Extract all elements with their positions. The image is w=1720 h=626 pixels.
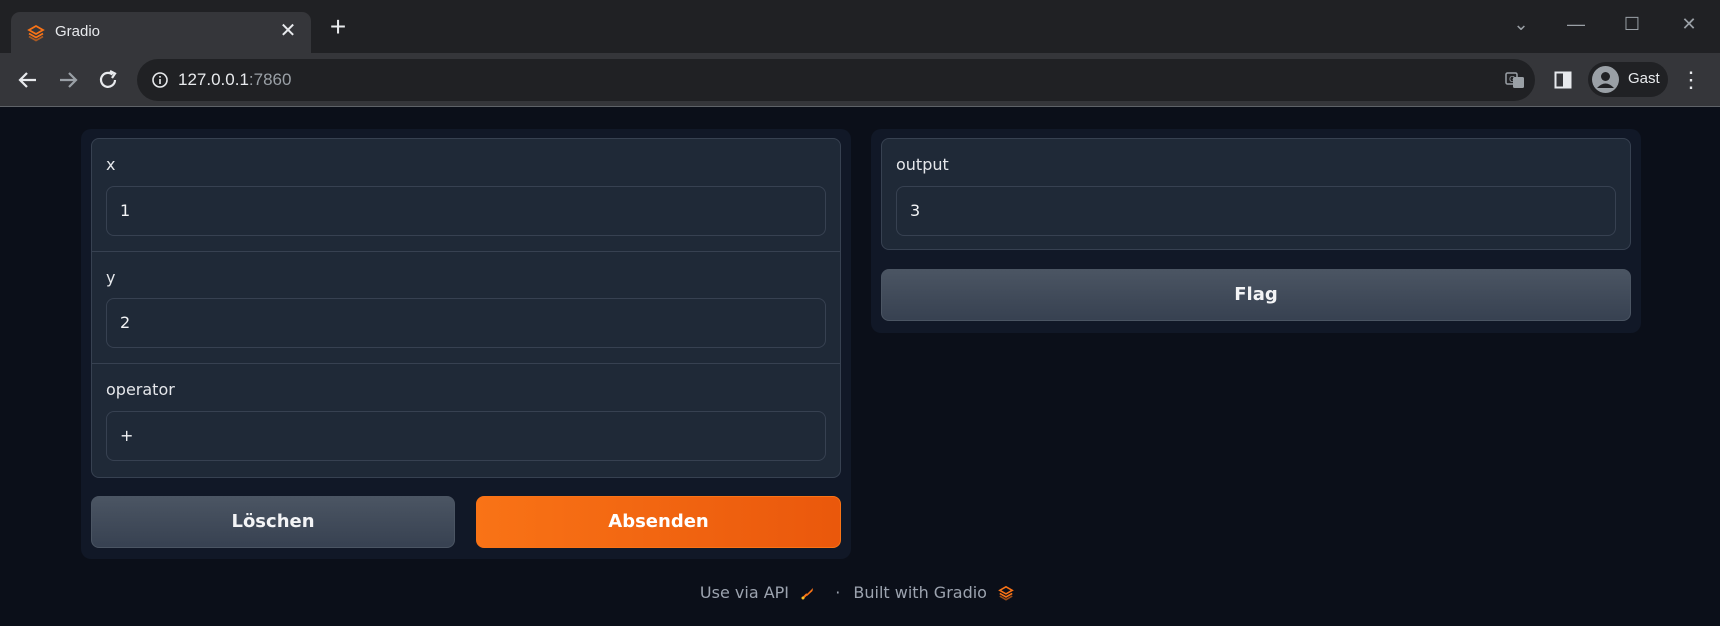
profile-name: Gast (1628, 70, 1660, 87)
input-form: x 1 y 2 operator + (91, 138, 841, 478)
close-window-icon[interactable]: ✕ (1674, 12, 1704, 36)
back-icon[interactable] (14, 66, 42, 94)
rocket-icon (801, 587, 814, 599)
field-x: x 1 (92, 139, 840, 251)
clear-button[interactable]: Löschen (91, 496, 455, 548)
browser-tab[interactable]: Gradio ✕ (11, 12, 311, 53)
site-info-icon[interactable] (151, 71, 169, 89)
forward-icon[interactable] (54, 66, 82, 94)
operator-input[interactable]: + (106, 411, 826, 461)
browser-titlebar: Gradio ✕ + ⌄ — ☐ ✕ (0, 0, 1720, 53)
url-port: :7860 (248, 70, 292, 89)
side-panel-icon[interactable] (1554, 71, 1572, 89)
footer: Use via API · Built with Gradio (0, 582, 1720, 602)
output-field: 3 (896, 186, 1616, 236)
profile-button[interactable]: Gast (1588, 62, 1668, 97)
address-bar[interactable]: 127.0.0.1:7860 G (137, 59, 1535, 101)
gradio-logo-icon (27, 24, 45, 42)
use-via-api-link[interactable]: Use via API (700, 583, 789, 602)
built-with-gradio-link[interactable]: Built with Gradio (853, 583, 987, 602)
maximize-icon[interactable]: ☐ (1617, 12, 1647, 36)
url-text: 127.0.0.1:7860 (178, 70, 291, 90)
field-label: y (106, 268, 116, 287)
output-label: output (896, 155, 949, 174)
flag-button[interactable]: Flag (881, 269, 1631, 321)
tab-close-icon[interactable]: ✕ (277, 20, 299, 42)
svg-text:G: G (1509, 75, 1515, 84)
field-label: x (106, 155, 116, 174)
browser-menu-icon[interactable]: ⋮ (1680, 67, 1702, 93)
gradio-logo-icon (998, 585, 1014, 601)
input-panel: x 1 y 2 operator + Löschen Absenden (81, 129, 851, 559)
minimize-icon[interactable]: — (1561, 12, 1591, 36)
translate-icon[interactable]: G (1505, 70, 1525, 90)
gradio-app: x 1 y 2 operator + Löschen Absenden outp… (0, 108, 1720, 626)
reload-icon[interactable] (94, 66, 122, 94)
submit-button[interactable]: Absenden (476, 496, 841, 548)
url-host: 127.0.0.1 (178, 70, 249, 89)
output-panel: output 3 Flag (871, 129, 1641, 333)
output-block: output 3 (881, 138, 1631, 250)
tab-title: Gradio (55, 23, 101, 40)
browser-toolbar: 127.0.0.1:7860 G Gast ⋮ (0, 53, 1720, 107)
field-label: operator (106, 380, 175, 399)
tab-search-icon[interactable]: ⌄ (1506, 12, 1536, 36)
field-operator: operator + (92, 363, 840, 477)
x-input[interactable]: 1 (106, 186, 826, 236)
avatar-icon (1592, 66, 1619, 93)
y-input[interactable]: 2 (106, 298, 826, 348)
field-y: y 2 (92, 251, 840, 363)
new-tab-icon[interactable]: + (325, 13, 351, 41)
footer-separator: · (835, 583, 841, 602)
